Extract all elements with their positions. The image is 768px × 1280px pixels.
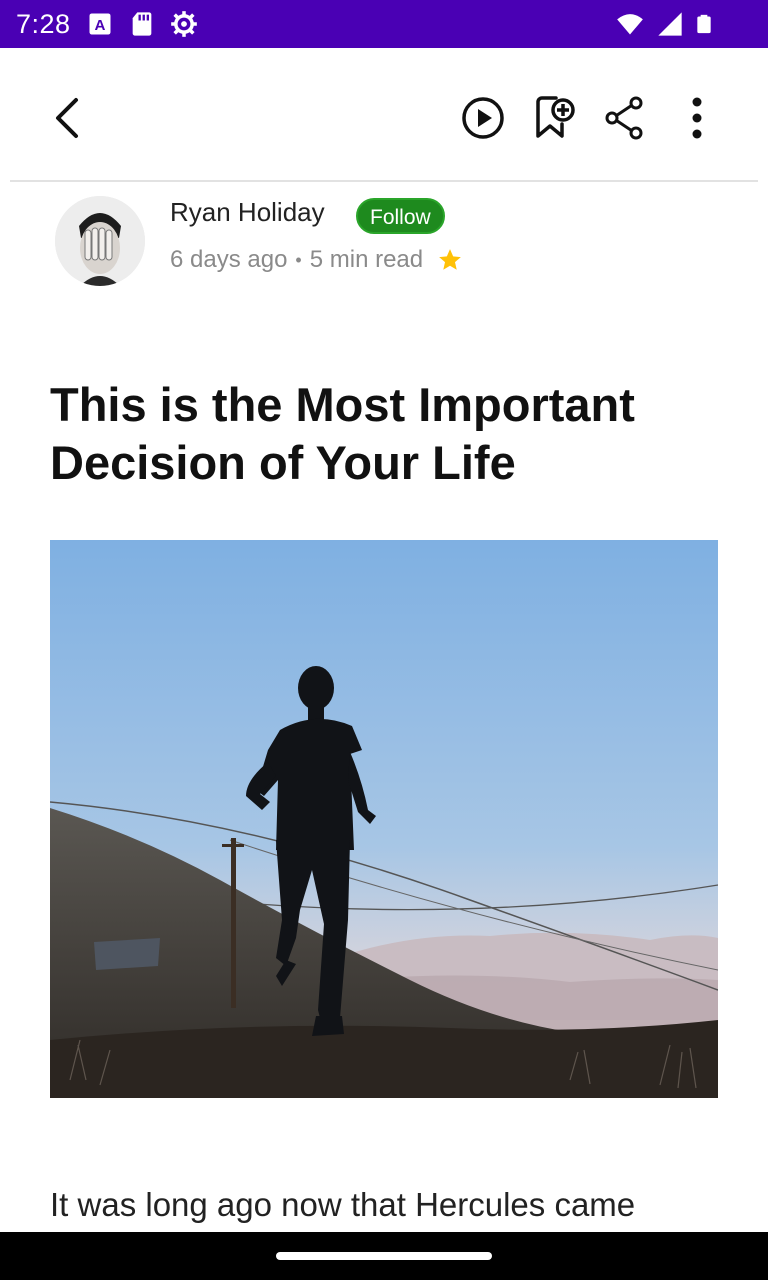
status-right-icons xyxy=(614,10,714,38)
more-options-button[interactable] xyxy=(673,94,721,142)
share-button[interactable] xyxy=(602,94,650,142)
meta-separator: • xyxy=(295,250,302,270)
status-time: 7:28 xyxy=(16,9,71,39)
system-nav-bar xyxy=(0,1232,768,1280)
runner-photo xyxy=(50,540,718,1098)
read-time: 5 min read xyxy=(309,246,424,273)
battery-icon xyxy=(697,14,711,34)
author-photo xyxy=(55,196,145,286)
article-meta: 6 days ago • 5 min read xyxy=(170,244,463,276)
wifi-icon xyxy=(617,14,643,35)
signal-icon xyxy=(658,12,682,36)
play-icon xyxy=(462,97,504,139)
svg-text:A: A xyxy=(95,17,106,34)
bookmark-add-icon xyxy=(536,96,575,138)
back-button[interactable] xyxy=(46,94,94,142)
more-vert-icon xyxy=(692,97,702,139)
bookmark-button[interactable] xyxy=(530,94,578,142)
follow-button[interactable]: Follow xyxy=(356,198,445,234)
back-arrow-icon xyxy=(56,98,78,138)
avatar[interactable] xyxy=(55,196,145,286)
published-time: 6 days ago xyxy=(170,246,288,273)
article-page: Ryan Holiday Follow 6 days ago • 5 min r… xyxy=(10,58,758,1232)
a-box-icon: A xyxy=(89,13,111,35)
article-toolbar xyxy=(10,58,758,182)
listen-button[interactable] xyxy=(459,94,507,142)
author-row: Ryan Holiday Follow 6 days ago • 5 min r… xyxy=(10,182,758,302)
article-body-first-line: It was long ago now that Hercules came xyxy=(50,1186,636,1223)
status-bar: 7:28 A xyxy=(0,0,768,48)
article-title: This is the Most Important Decision of Y… xyxy=(50,378,635,489)
star-icon xyxy=(439,249,461,270)
home-gesture-handle[interactable] xyxy=(276,1252,492,1260)
gear-icon xyxy=(171,11,197,37)
hero-image[interactable] xyxy=(50,540,718,1098)
share-icon xyxy=(605,96,643,140)
status-left-icons: A xyxy=(86,10,198,38)
sd-card-icon xyxy=(132,12,152,36)
author-name[interactable]: Ryan Holiday xyxy=(170,196,325,228)
